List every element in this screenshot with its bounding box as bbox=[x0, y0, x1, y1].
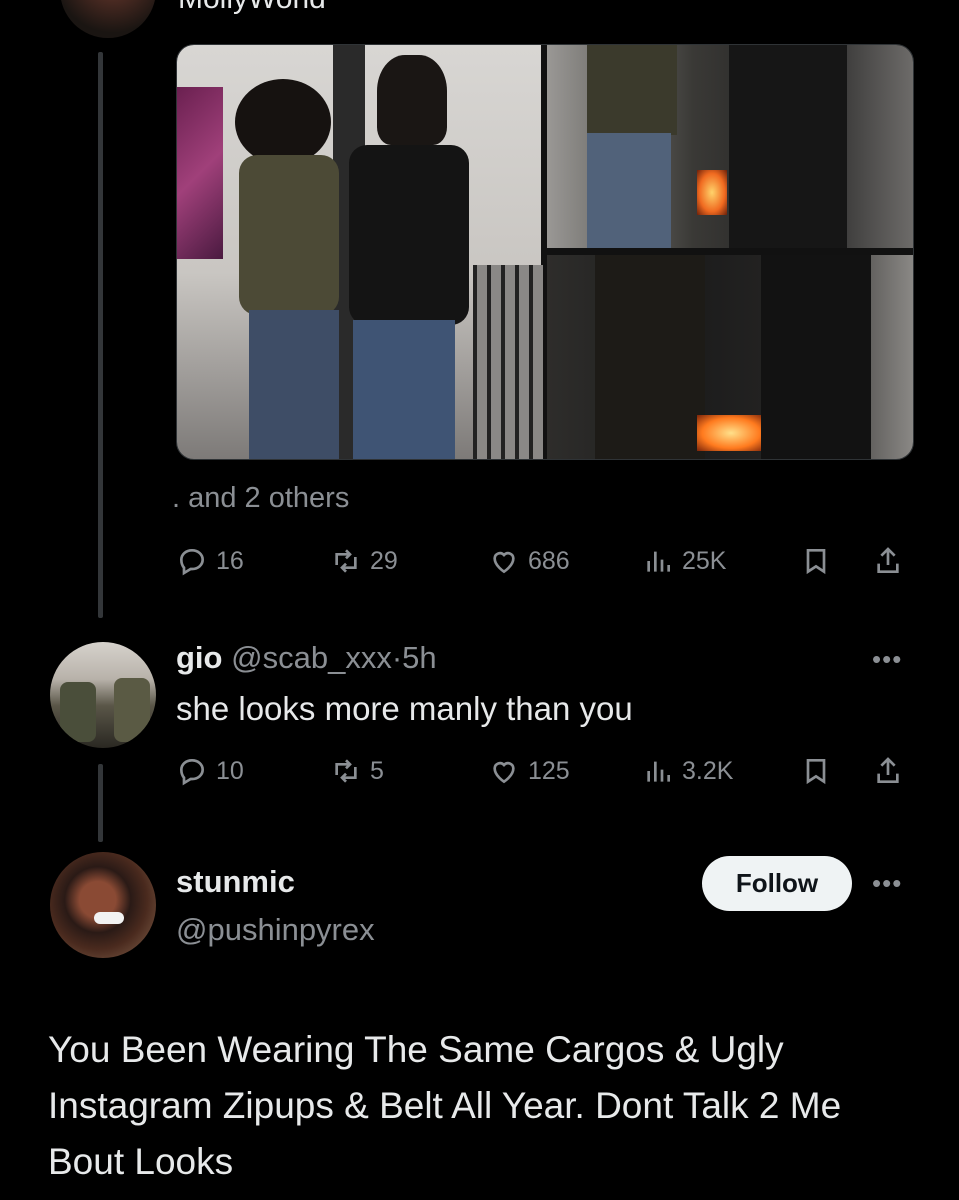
views-action-reply[interactable]: 3.2K bbox=[642, 755, 733, 787]
thread-line-top bbox=[98, 52, 103, 618]
follow-button[interactable]: Follow bbox=[702, 856, 852, 911]
avatar-main-user[interactable] bbox=[50, 852, 156, 958]
reply-separator: · bbox=[391, 640, 403, 675]
more-icon: ••• bbox=[872, 868, 903, 898]
avatar-reply-user[interactable] bbox=[50, 642, 156, 748]
repost-action-reply[interactable]: 5 bbox=[330, 755, 384, 787]
reply-header: gio @scab_xxx·5h bbox=[176, 640, 437, 676]
avatar-top-user[interactable] bbox=[60, 0, 156, 38]
bookmark-button-reply[interactable] bbox=[800, 755, 832, 787]
reply-text: she looks more manly than you bbox=[176, 690, 633, 727]
views-action-top[interactable]: 25K bbox=[642, 545, 726, 577]
repost-action-top[interactable]: 29 bbox=[330, 545, 398, 577]
media-grid[interactable] bbox=[176, 44, 914, 460]
reply-author-handle[interactable]: @scab_xxx bbox=[231, 640, 392, 675]
bookmark-icon bbox=[806, 549, 826, 575]
more-button-main[interactable]: ••• bbox=[872, 868, 902, 899]
repost-icon bbox=[335, 759, 357, 783]
share-button-top[interactable] bbox=[872, 545, 904, 577]
media-photo-2[interactable] bbox=[547, 45, 913, 248]
like-count-reply: 125 bbox=[528, 756, 570, 785]
like-action-reply[interactable]: 125 bbox=[488, 755, 570, 787]
views-count-reply: 3.2K bbox=[682, 756, 734, 785]
share-button-reply[interactable] bbox=[872, 755, 904, 787]
reply-action-reply[interactable]: 10 bbox=[176, 755, 244, 787]
media-photo-3[interactable] bbox=[547, 255, 913, 459]
main-author-name[interactable]: stunmic bbox=[176, 864, 295, 900]
views-icon bbox=[647, 551, 670, 572]
reply-count-reply: 10 bbox=[216, 756, 244, 785]
more-icon: ••• bbox=[872, 644, 903, 674]
main-post-text: You Been Wearing The Same Cargos & Ugly … bbox=[48, 1029, 842, 1182]
share-icon bbox=[877, 757, 899, 783]
like-icon bbox=[493, 551, 515, 574]
repost-count-reply: 5 bbox=[370, 756, 384, 785]
views-count-top: 25K bbox=[682, 546, 727, 575]
repost-icon bbox=[335, 549, 357, 573]
bookmark-icon bbox=[806, 759, 826, 785]
top-post-author-name[interactable]: MollyWorld bbox=[178, 0, 326, 16]
like-action-top[interactable]: 686 bbox=[488, 545, 570, 577]
share-icon bbox=[877, 547, 899, 573]
others-label[interactable]: . and 2 others bbox=[172, 482, 349, 515]
reply-icon bbox=[179, 548, 205, 576]
like-count-top: 686 bbox=[528, 546, 570, 575]
views-icon bbox=[647, 761, 670, 782]
reply-author-name[interactable]: gio bbox=[176, 640, 223, 675]
reply-count-top: 16 bbox=[216, 546, 244, 575]
like-icon bbox=[493, 761, 515, 784]
thread-line-reply bbox=[98, 764, 103, 842]
media-photo-1[interactable] bbox=[177, 45, 543, 459]
reply-timestamp[interactable]: 5h bbox=[402, 640, 436, 675]
more-button-reply[interactable]: ••• bbox=[872, 644, 902, 675]
reply-icon bbox=[179, 758, 205, 786]
reply-action-top[interactable]: 16 bbox=[176, 545, 244, 577]
main-author-handle[interactable]: @pushinpyrex bbox=[176, 912, 375, 948]
repost-count-top: 29 bbox=[370, 546, 398, 575]
bookmark-button-top[interactable] bbox=[800, 545, 832, 577]
